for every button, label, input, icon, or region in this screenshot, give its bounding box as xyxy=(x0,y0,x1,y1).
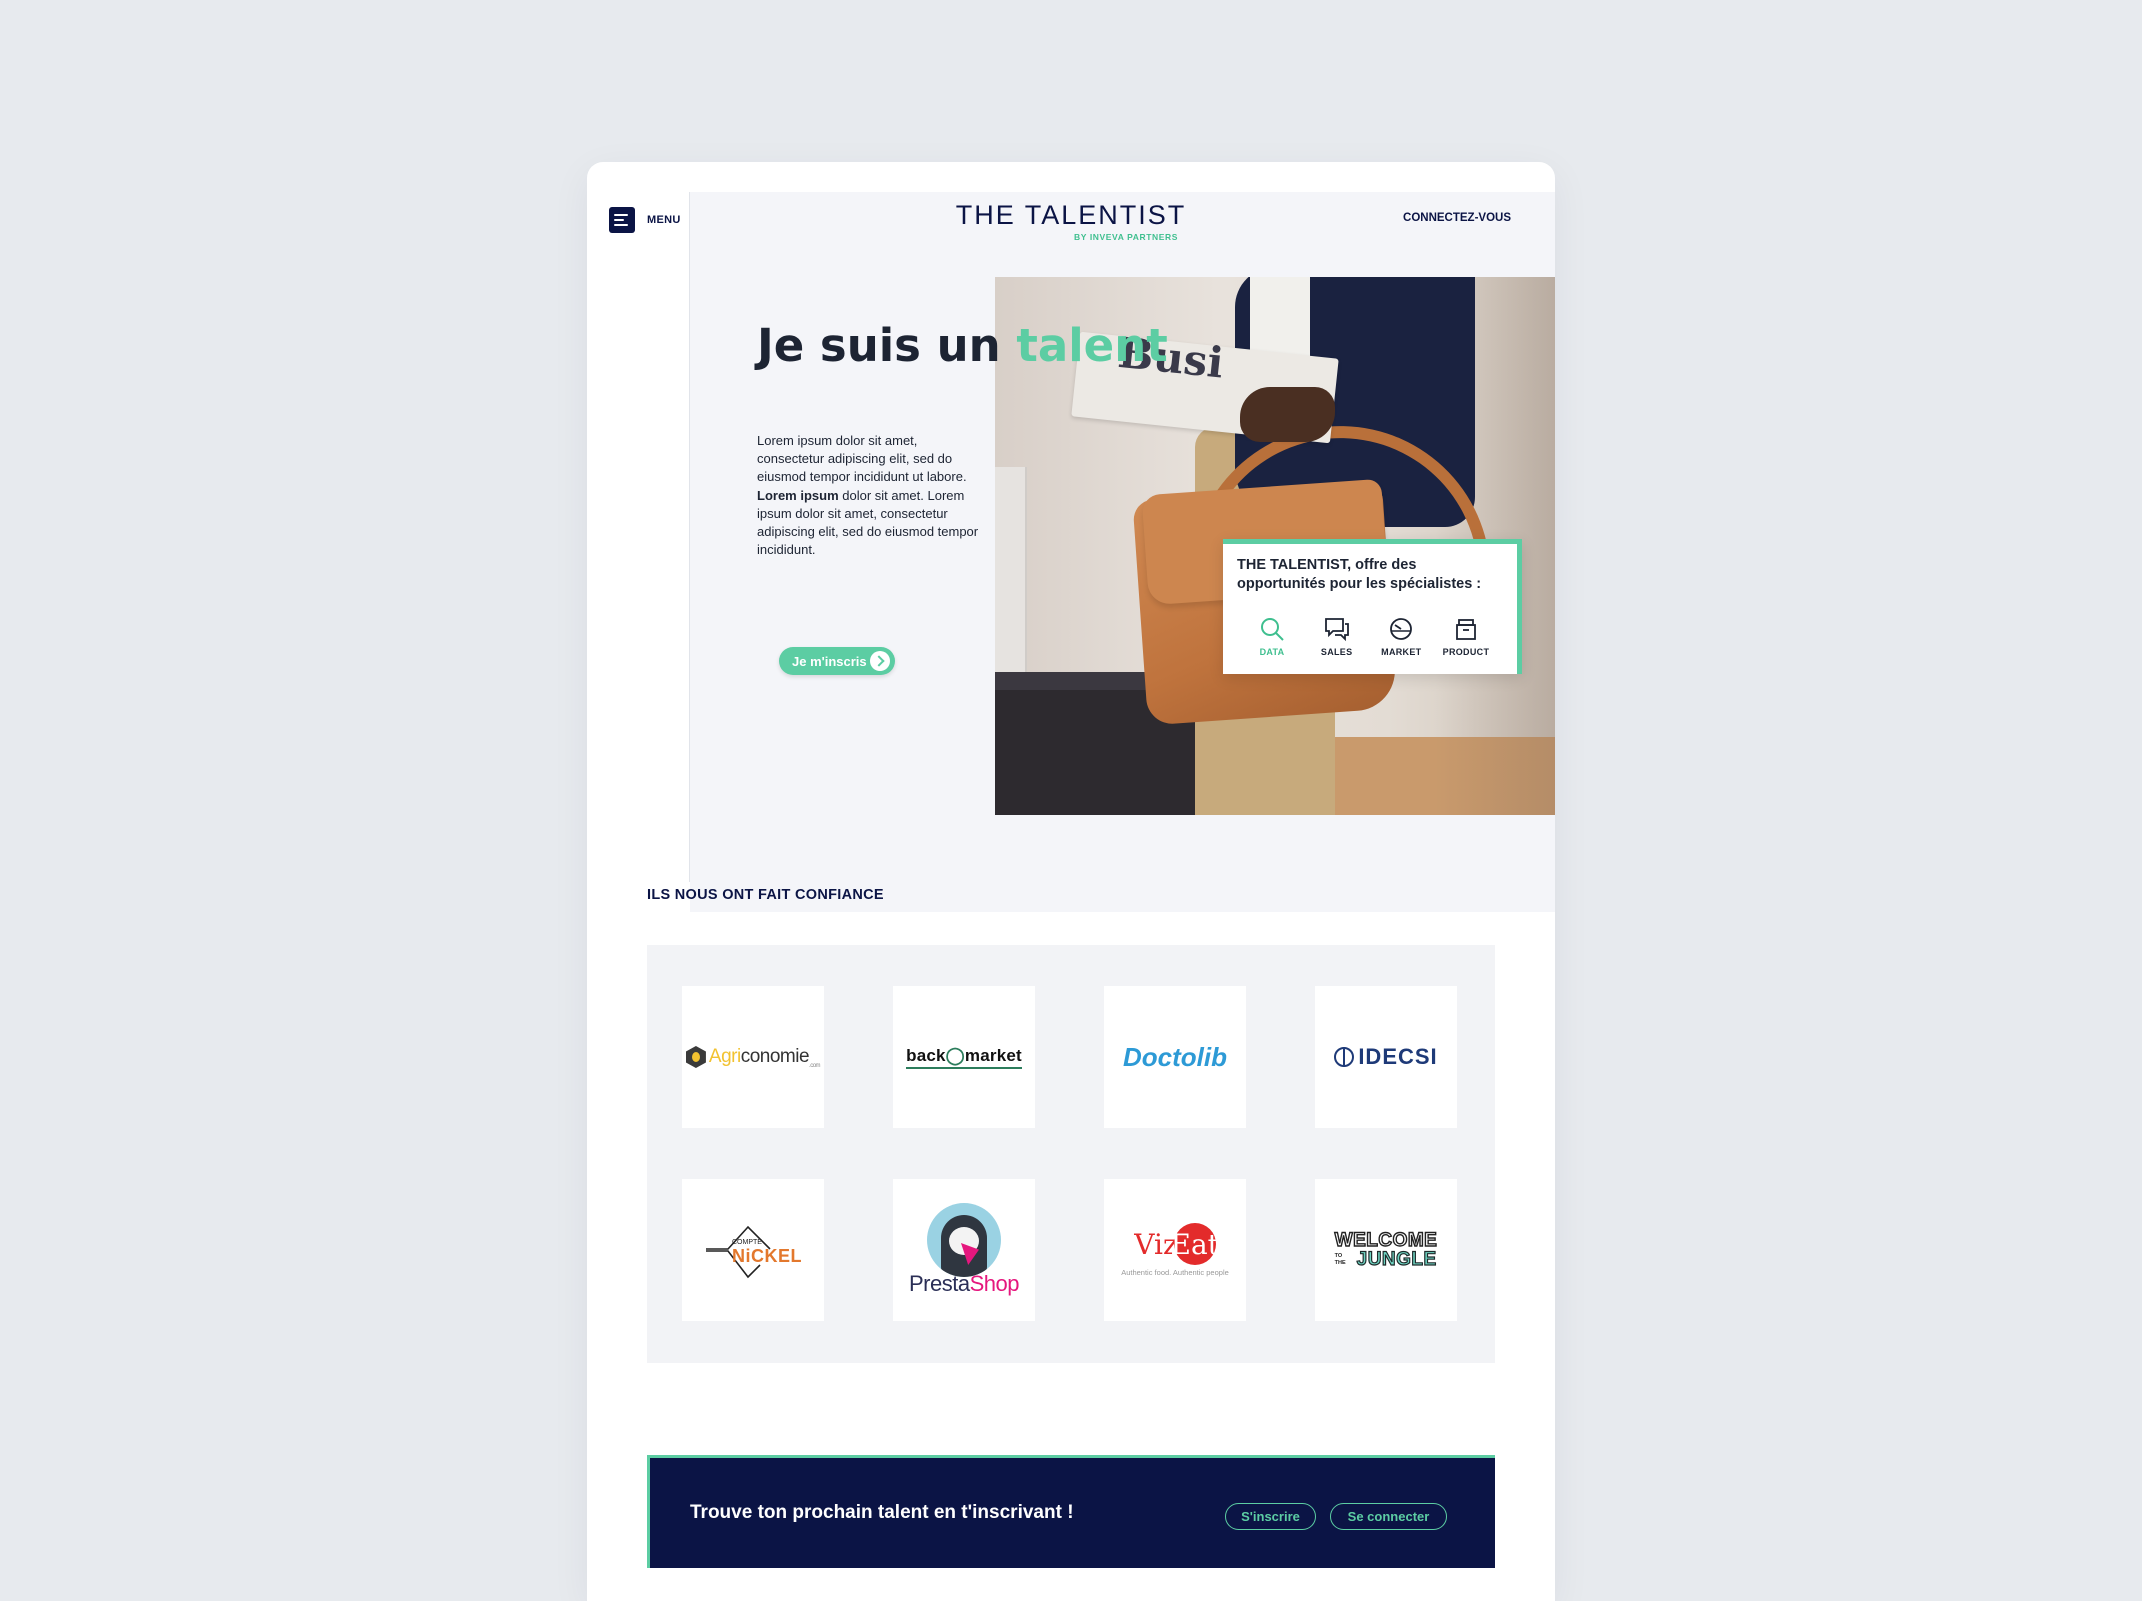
search-icon xyxy=(1261,618,1284,641)
chat-icon xyxy=(1324,618,1349,642)
sidebar-divider xyxy=(689,192,690,882)
banner-text: Trouve ton prochain talent en t'inscriva… xyxy=(690,1502,1074,1523)
category-market[interactable]: MARKET xyxy=(1372,616,1430,657)
category-product[interactable]: PRODUCT xyxy=(1437,616,1495,657)
logo-nickel[interactable]: COMPTE NiCKEL xyxy=(682,1179,824,1321)
gauge-icon xyxy=(1390,618,1413,640)
logo-welcome-to-the-jungle[interactable]: WELCOME TO THE JUNGLE xyxy=(1315,1179,1457,1321)
logo-doctolib[interactable]: Doctolib xyxy=(1104,986,1246,1128)
box-icon xyxy=(1456,619,1476,640)
offer-title: THE TALENTIST, offre des opportunités po… xyxy=(1237,557,1482,592)
prestashop-puffin-icon xyxy=(926,1203,1001,1277)
logo-prestashop[interactable]: PrestaShop xyxy=(893,1179,1035,1321)
logo-subtitle: BY INVEVA PARTNERS xyxy=(1074,232,1179,242)
chevron-right-icon xyxy=(870,651,890,671)
logo-agriconomie[interactable]: Agriconomie.com xyxy=(682,986,824,1128)
logo-backmarket[interactable]: back◯market xyxy=(893,986,1035,1128)
banner-login-button[interactable]: Se connecter xyxy=(1330,1503,1447,1530)
signup-banner: Trouve ton prochain talent en t'inscriva… xyxy=(647,1455,1495,1568)
trust-heading: ILS NOUS ONT FAIT CONFIANCE xyxy=(647,887,884,903)
hero-description: Lorem ipsum dolor sit amet, consectetur … xyxy=(757,433,979,558)
hero-title: Je suis un talent xyxy=(757,319,1168,372)
category-sales[interactable]: SALES xyxy=(1308,616,1366,657)
banner-signup-button[interactable]: S'inscrire xyxy=(1225,1503,1316,1530)
offer-card: THE TALENTIST, offre des opportunités po… xyxy=(1223,539,1522,674)
agriconomie-mark-icon xyxy=(685,1045,706,1068)
logo-vizeat[interactable]: Viz Eat Authentic food. Authentic people xyxy=(1104,1179,1246,1321)
logo-idecsi[interactable]: IDECSI xyxy=(1315,986,1457,1128)
offer-categories: DATA SALES MARKET PRODUCT xyxy=(1237,616,1503,657)
category-data[interactable]: DATA xyxy=(1243,616,1301,657)
connect-link[interactable]: CONNECTEZ-VOUS xyxy=(1403,212,1511,224)
hero-title-accent: talent xyxy=(1016,319,1168,372)
globe-icon xyxy=(1334,1047,1355,1067)
signup-cta-button[interactable]: Je m'inscris xyxy=(779,647,895,675)
client-logos-panel: Agriconomie.com back◯market Doctolib IDE… xyxy=(647,945,1495,1363)
page-card: MENU THE TALENTIST BY INVEVA PARTNERS CO… xyxy=(587,162,1555,1601)
